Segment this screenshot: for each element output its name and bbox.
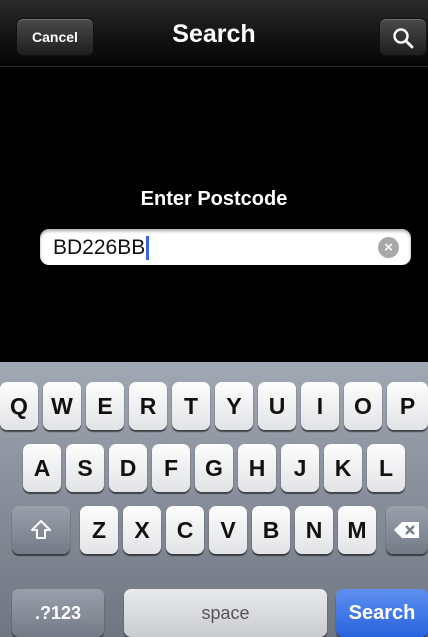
key-x[interactable]: X <box>123 506 161 554</box>
key-j[interactable]: J <box>281 444 319 492</box>
key-b[interactable]: B <box>252 506 290 554</box>
key-w[interactable]: W <box>43 382 81 430</box>
key-n[interactable]: N <box>295 506 333 554</box>
key-c[interactable]: C <box>166 506 204 554</box>
search-button[interactable] <box>379 18 427 56</box>
key-d[interactable]: D <box>109 444 147 492</box>
key-e[interactable]: E <box>86 382 124 430</box>
numbers-mode-key[interactable]: .?123 <box>12 589 104 637</box>
key-g[interactable]: G <box>195 444 233 492</box>
shift-key[interactable] <box>12 506 70 554</box>
key-z[interactable]: Z <box>80 506 118 554</box>
navigation-bar: Cancel Search <box>0 0 428 67</box>
clear-icon[interactable]: × <box>378 237 399 258</box>
backspace-icon <box>394 522 419 538</box>
key-q[interactable]: Q <box>0 382 38 430</box>
postcode-field[interactable]: BD226BB × <box>40 229 411 265</box>
postcode-value: BD226BB <box>53 236 146 259</box>
key-i[interactable]: I <box>301 382 339 430</box>
key-l[interactable]: L <box>367 444 405 492</box>
key-u[interactable]: U <box>258 382 296 430</box>
postcode-prompt-label: Enter Postcode <box>140 188 288 210</box>
key-r[interactable]: R <box>129 382 167 430</box>
key-a[interactable]: A <box>23 444 61 492</box>
search-return-key[interactable]: Search <box>336 589 428 637</box>
page-title: Search <box>172 20 256 48</box>
key-m[interactable]: M <box>338 506 376 554</box>
key-o[interactable]: O <box>344 382 382 430</box>
space-key[interactable]: space <box>124 589 327 637</box>
on-screen-keyboard: Q W E R T Y U I O P A S D F G H J K L Z … <box>0 362 428 637</box>
key-t[interactable]: T <box>172 382 210 430</box>
key-y[interactable]: Y <box>215 382 253 430</box>
delete-key[interactable] <box>386 506 428 554</box>
key-p[interactable]: P <box>387 382 428 430</box>
key-k[interactable]: K <box>324 444 362 492</box>
key-s[interactable]: S <box>66 444 104 492</box>
text-caret <box>146 236 150 260</box>
key-f[interactable]: F <box>152 444 190 492</box>
search-icon <box>393 28 414 49</box>
key-v[interactable]: V <box>209 506 247 554</box>
shift-arrow-icon <box>31 520 51 539</box>
key-h[interactable]: H <box>238 444 276 492</box>
